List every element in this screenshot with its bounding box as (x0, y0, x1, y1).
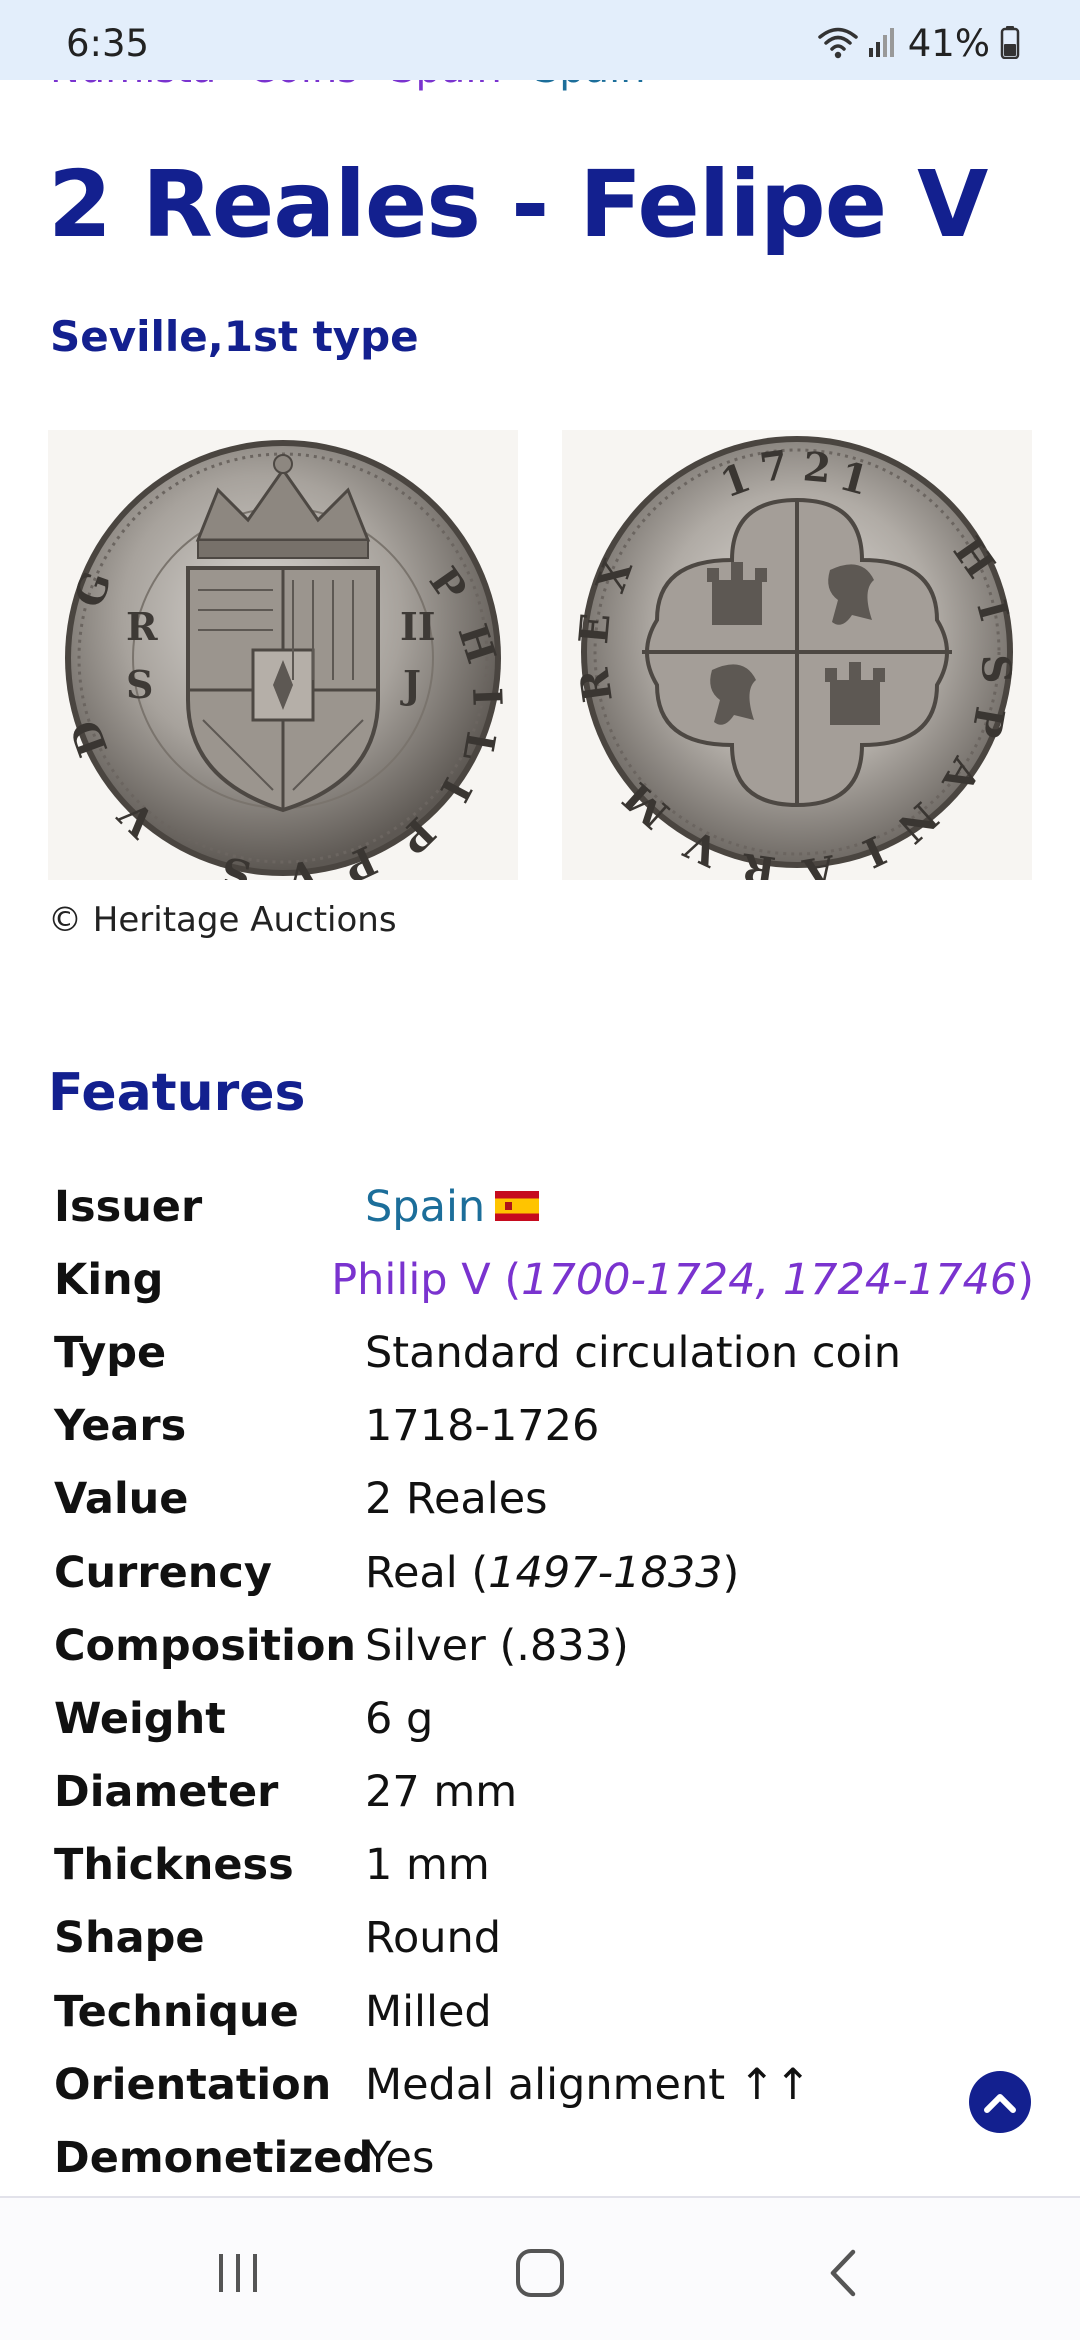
table-row: Demonetized Yes (54, 2121, 1034, 2194)
coin-obverse-image[interactable]: R S II J P H I L I P P V S V D G (48, 430, 518, 880)
feature-value: Medal alignment ↑↑ (365, 2059, 811, 2110)
page-title: 2 Reales - Felipe V (48, 151, 988, 258)
coin-reverse-image[interactable]: 1 7 2 1 H I S P A N I A R V M R E X (562, 430, 1032, 880)
back-button[interactable] (808, 2238, 878, 2308)
table-row: Technique Milled (54, 1975, 1034, 2048)
feature-label: Orientation (54, 2059, 332, 2110)
issuer-link[interactable]: Spain (365, 1182, 485, 1232)
svg-text:R: R (126, 604, 158, 649)
wifi-icon (818, 25, 858, 63)
feature-value: Milled (365, 1986, 492, 2037)
feature-label: Shape (54, 1913, 205, 1964)
battery-percent: 41% (907, 22, 990, 65)
table-row: Orientation Medal alignment ↑↑ (54, 2048, 1034, 2121)
feature-label: Value (54, 1474, 189, 1525)
feature-value: Silver (.833) (365, 1620, 629, 1671)
feature-label: Currency (54, 1547, 272, 1598)
feature-label: Type (54, 1327, 167, 1378)
battery-icon (1000, 25, 1020, 63)
recent-apps-button[interactable] (203, 2238, 273, 2308)
image-credit: © Heritage Auctions (48, 900, 397, 940)
table-row: Type Standard circulation coin (54, 1316, 1034, 1389)
svg-text:2: 2 (801, 443, 833, 492)
svg-text:S: S (972, 654, 1020, 685)
table-row: Shape Round (54, 1902, 1034, 1975)
feature-label: Demonetized (54, 2133, 374, 2184)
feature-label: Thickness (54, 1840, 294, 1891)
feature-value: Real (1497-1833) (365, 1547, 740, 1598)
spain-flag-icon (495, 1191, 540, 1222)
svg-text:I: I (463, 687, 511, 707)
status-bar: 6:35 41% (0, 0, 1080, 80)
feature-label: Composition (54, 1620, 357, 1671)
feature-label: Years (54, 1401, 187, 1452)
table-row: Thickness 1 mm (54, 1829, 1034, 1902)
page: 6:35 41% 2 Reales - Felipe V Seville,1st… (0, 0, 1080, 2340)
table-row: Diameter 27 mm (54, 1756, 1034, 1829)
signal-icon (868, 26, 898, 62)
status-icons: 41% (818, 22, 1020, 65)
svg-text:E: E (570, 611, 619, 645)
recent-apps-icon (219, 2254, 257, 2292)
table-row: Years 1718-1726 (54, 1390, 1034, 1463)
feature-value: 1718-1726 (365, 1401, 600, 1452)
feature-value: 2 Reales (365, 1474, 548, 1525)
feature-value: 6 g (365, 1693, 434, 1744)
feature-label: Technique (54, 1986, 299, 2037)
feature-label: Issuer (54, 1181, 203, 1232)
svg-text:S: S (126, 662, 153, 707)
page-subtitle: Seville,1st type (50, 312, 419, 361)
feature-value: Round (365, 1913, 502, 1964)
feature-value: Spain (365, 1182, 540, 1232)
features-heading: Features (48, 1063, 306, 1123)
scroll-to-top-button[interactable] (969, 2071, 1031, 2133)
svg-text:II: II (400, 604, 436, 649)
ruler-link[interactable]: Philip V (1700-1724, 1724-1746) (331, 1255, 1034, 1305)
table-row: Value 2 Reales (54, 1463, 1034, 1536)
feature-value: 27 mm (365, 1767, 518, 1818)
features-table: Issuer Spain King Philip V (1700-1724, 1… (54, 1170, 1034, 2195)
feature-label: King (54, 1254, 164, 1305)
feature-label: Diameter (54, 1767, 279, 1818)
status-time: 6:35 (66, 22, 150, 65)
chevron-up-icon (984, 2094, 1016, 2113)
back-icon (830, 2249, 856, 2297)
table-row: Composition Silver (.833) (54, 1609, 1034, 1682)
feature-value: Standard circulation coin (365, 1327, 901, 1378)
feature-value: 1 mm (365, 1840, 490, 1891)
feature-value: Yes (365, 2133, 435, 2184)
table-row: Weight 6 g (54, 1682, 1034, 1755)
home-icon (516, 2249, 564, 2297)
navigation-bar (0, 2196, 1080, 2340)
feature-label: Weight (54, 1693, 226, 1744)
home-button[interactable] (505, 2238, 575, 2308)
table-row: Currency Real (1497-1833) (54, 1536, 1034, 1609)
table-row: Issuer Spain (54, 1170, 1034, 1243)
svg-text:R: R (571, 665, 622, 705)
svg-text:J: J (400, 662, 421, 707)
feature-value: Philip V (1700-1724, 1724-1746) (331, 1255, 1034, 1305)
table-row: King Philip V (1700-1724, 1724-1746) (54, 1243, 1034, 1316)
